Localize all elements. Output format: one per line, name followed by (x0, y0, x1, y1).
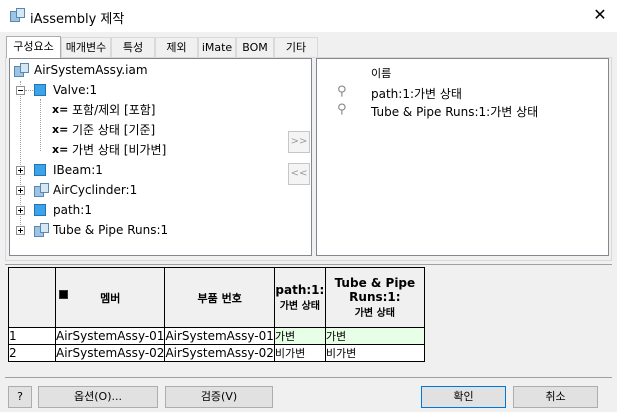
tree-item-valve-variable[interactable]: x= 가변 상태 [비가변] (34, 141, 234, 159)
tube-pipe-cell[interactable]: 가변 (324, 327, 425, 345)
window-title: iAssembly 제작 (30, 12, 125, 27)
list-header: 이름 (371, 67, 392, 80)
member-table-panel: 멤버 부품 번호 path:1: 가변 상태 Tube & Pipe Runs:… (5, 265, 612, 375)
parameter-icon: x= (52, 143, 69, 156)
table-row[interactable]: 2 AirSystemAssy-02 AirSystemAssy-02 비가변 … (8, 344, 425, 362)
path-column-header[interactable]: path:1: 가변 상태 (273, 267, 326, 328)
part-icon (34, 204, 46, 216)
tree-item-ibeam[interactable]: IBeam:1 (16, 161, 216, 179)
tab-parameters[interactable]: 매개변수 (61, 37, 111, 57)
member-cell[interactable]: AirSystemAssy-01 (54, 327, 166, 345)
tree-item-label: path:1 (53, 203, 92, 217)
add-button[interactable]: >> (288, 131, 310, 153)
path-cell[interactable]: 가변 (273, 327, 326, 345)
row-number-header (8, 267, 56, 328)
table-row[interactable]: 1 AirSystemAssy-01 AirSystemAssy-01 가변 가… (8, 327, 425, 345)
tree-item-label: 포함/제외 [포함] (72, 103, 156, 117)
remove-button[interactable]: << (288, 163, 310, 185)
parameter-icon: x= (52, 103, 69, 116)
tree-item-tube-pipe[interactable]: Tube & Pipe Runs:1 (16, 221, 236, 239)
collapse-icon[interactable] (16, 86, 25, 95)
part-icon (34, 84, 46, 96)
assembly-icon (34, 183, 49, 197)
part-number-cell[interactable]: AirSystemAssy-02 (164, 344, 275, 362)
divider (5, 377, 612, 378)
cancel-button[interactable]: 취소 (513, 386, 598, 408)
expand-icon[interactable] (16, 186, 25, 195)
member-cell[interactable]: AirSystemAssy-02 (54, 344, 166, 362)
component-tree[interactable]: AirSystemAssy.iam Valve:1 x= 포함/제외 [포함] … (9, 58, 312, 256)
tree-item-label: AirSystemAssy.iam (34, 63, 148, 77)
selected-list[interactable]: 이름 ⚲ path:1:가변 상태 ⚲ Tube & Pipe Runs:1:가… (316, 58, 609, 256)
tube-pipe-column-header[interactable]: Tube & Pipe Runs:1: 가변 상태 (324, 267, 425, 328)
expand-icon[interactable] (16, 206, 25, 215)
list-item-label: Tube & Pipe Runs:1:가변 상태 (371, 105, 539, 119)
tree-item-label: Valve:1 (53, 83, 98, 97)
tree-item-label: 가변 상태 [비가변] (72, 143, 167, 157)
tab-properties[interactable]: 특성 (111, 37, 155, 57)
member-column-header[interactable]: 멤버 (54, 267, 166, 328)
tree-item-path[interactable]: path:1 (16, 201, 216, 219)
member-table[interactable]: 멤버 부품 번호 path:1: 가변 상태 Tube & Pipe Runs:… (8, 267, 425, 362)
parameter-icon: x= (52, 123, 69, 136)
help-button[interactable]: ? (8, 386, 32, 408)
tree-item-label: Tube & Pipe Runs:1 (53, 223, 169, 237)
iassembly-icon (10, 8, 25, 22)
part-number-column-header[interactable]: 부품 번호 (164, 267, 275, 328)
tab-other[interactable]: 기타 (274, 37, 318, 57)
tab-imate[interactable]: iMate (198, 37, 236, 57)
row-number: 1 (8, 327, 56, 345)
tree-item-aircylinder[interactable]: AirCyclinder:1 (16, 181, 216, 199)
tree-item-valve[interactable]: Valve:1 (16, 81, 216, 99)
tree-item-valve-base[interactable]: x= 기준 상태 [기준] (34, 121, 234, 139)
expand-icon[interactable] (16, 226, 25, 235)
title-bar: iAssembly 제작 ✕ (0, 0, 617, 32)
tab-components[interactable]: 구성요소 (6, 36, 61, 58)
part-number-cell[interactable]: AirSystemAssy-01 (164, 327, 275, 345)
assembly-icon (34, 223, 49, 237)
path-cell[interactable]: 비가변 (273, 344, 326, 362)
expand-icon[interactable] (16, 166, 25, 175)
tree-item-label: 기준 상태 [기준] (72, 123, 156, 137)
key-icon: ⚲ (337, 84, 347, 99)
tree-item-label: AirCyclinder:1 (53, 183, 138, 197)
list-item-label: path:1:가변 상태 (371, 87, 462, 101)
part-icon (34, 164, 46, 176)
row-number: 2 (8, 344, 56, 362)
tree-item-label: IBeam:1 (53, 163, 103, 177)
options-button[interactable]: 옵션(O)... (38, 386, 158, 408)
tree-item-valve-include[interactable]: x= 포함/제외 [포함] (34, 101, 234, 119)
key-icon: ⚲ (337, 102, 347, 117)
tab-exclusion[interactable]: 제외 (155, 37, 198, 57)
save-icon[interactable] (59, 290, 68, 299)
close-icon[interactable]: ✕ (590, 5, 610, 25)
tab-bom[interactable]: BOM (236, 37, 274, 57)
verify-button[interactable]: 검증(V) (165, 386, 273, 408)
tube-pipe-cell[interactable]: 비가변 (324, 344, 425, 362)
assembly-icon (14, 63, 29, 77)
ok-button[interactable]: 확인 (421, 386, 506, 408)
